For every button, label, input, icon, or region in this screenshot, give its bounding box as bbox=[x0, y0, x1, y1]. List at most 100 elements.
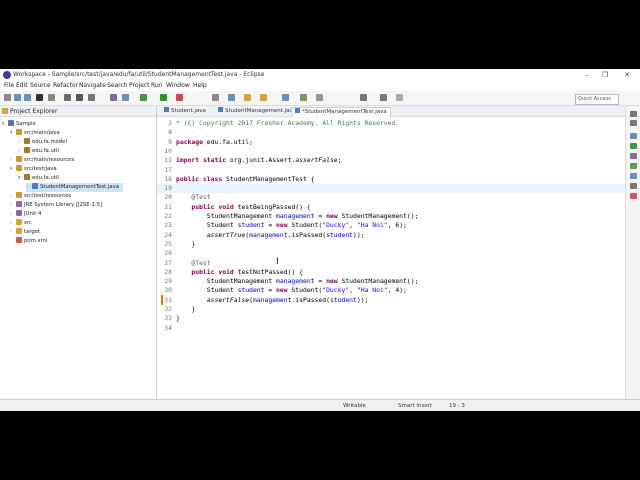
code-line[interactable]: 23 Student student = new Student("Ducky"… bbox=[157, 221, 625, 230]
tree-item-src-test-resources[interactable]: › src/test/resources bbox=[10, 192, 71, 201]
code-line[interactable]: 24 assertTrue(management.isPassed(studen… bbox=[157, 231, 625, 240]
save-icon[interactable] bbox=[14, 94, 21, 101]
task-list-icon[interactable] bbox=[630, 143, 637, 149]
menu-search[interactable]: Search bbox=[107, 82, 128, 89]
code-line[interactable]: 29 StudentManagement management = new St… bbox=[157, 277, 625, 286]
code-line[interactable]: 34 bbox=[157, 324, 625, 333]
menu-source[interactable]: Source bbox=[30, 82, 51, 89]
javadoc-icon[interactable] bbox=[630, 163, 637, 169]
new-class-icon[interactable] bbox=[228, 94, 235, 101]
menu-project[interactable]: Project bbox=[129, 82, 150, 89]
line-number: 20 bbox=[164, 193, 172, 202]
line-number: 11 bbox=[164, 156, 172, 165]
code-line[interactable]: 25 } bbox=[157, 240, 625, 249]
code-line[interactable]: 8 bbox=[157, 128, 625, 137]
forward-icon[interactable] bbox=[396, 94, 403, 101]
tab-studentmanagementtest[interactable]: *StudentManagementTest.java bbox=[291, 107, 391, 117]
line-number: 2 bbox=[168, 119, 172, 127]
console-icon[interactable] bbox=[630, 183, 637, 189]
quick-access-input[interactable]: Quick Access bbox=[575, 94, 619, 105]
debug-icon[interactable] bbox=[48, 94, 55, 101]
external-tools-icon[interactable] bbox=[176, 94, 183, 101]
window-title: Workspace - Sample/src/test/java/edu/fa/… bbox=[13, 71, 265, 78]
outline-icon[interactable] bbox=[630, 133, 637, 139]
tree-item-label: StudentManagementTest.java bbox=[40, 184, 119, 190]
back-icon[interactable] bbox=[380, 94, 387, 101]
code-line[interactable]: 27 @Test bbox=[157, 259, 625, 268]
line-number: 27 bbox=[164, 258, 172, 267]
right-toolbar bbox=[625, 106, 640, 399]
code-line[interactable]: 21 public void testBeingPassed() { bbox=[157, 203, 625, 212]
progress-icon[interactable] bbox=[630, 193, 637, 199]
code-line[interactable]: 26 bbox=[157, 249, 625, 258]
code-line[interactable]: 18 public class StudentManagementTest { bbox=[157, 175, 625, 184]
print-icon[interactable] bbox=[36, 94, 43, 101]
code-line[interactable]: 30 Student student = new Student("Ducky"… bbox=[157, 286, 625, 295]
tree-item-src-test-java[interactable]: ▾ src/test/java bbox=[10, 165, 57, 174]
pin-icon[interactable] bbox=[316, 94, 323, 101]
tab-student[interactable]: Student.java bbox=[161, 107, 209, 116]
code-line[interactable]: 33} bbox=[157, 314, 625, 323]
code-line[interactable]: 11 import static org.junit.Assert.assertF… bbox=[157, 156, 625, 165]
search-icon[interactable] bbox=[260, 94, 267, 101]
minimize-view-icon[interactable] bbox=[630, 111, 637, 117]
open-folder-icon[interactable] bbox=[244, 94, 251, 101]
code-text: * (C) Copyright 2017 Fresher Academy. Al… bbox=[176, 119, 400, 127]
tree-item-jre-library[interactable]: › JRE System Library [J2SE-1.5] bbox=[10, 201, 102, 210]
menu-edit[interactable]: Edit bbox=[16, 82, 28, 89]
menu-refactor[interactable]: Refactor bbox=[53, 82, 78, 89]
next-annotation-icon[interactable] bbox=[360, 94, 367, 101]
menu-file[interactable]: File bbox=[4, 82, 14, 89]
step-icon[interactable] bbox=[88, 94, 95, 101]
code-line[interactable]: 32 } bbox=[157, 305, 625, 314]
code-line[interactable]: 2 * (C) Copyright 2017 Fresher Academy. A… bbox=[157, 119, 625, 128]
tree-item-src-main-resources[interactable]: › src/main/resources bbox=[10, 156, 74, 165]
code-editor[interactable]: 2 * (C) Copyright 2017 Fresher Academy. A… bbox=[157, 117, 625, 399]
tree-item-edu-fa-util-test[interactable]: ▾ edu.fa.util bbox=[18, 174, 59, 183]
menu-window[interactable]: Window bbox=[166, 82, 190, 89]
skip-icon[interactable] bbox=[64, 94, 71, 101]
line-number: 8 bbox=[168, 128, 172, 137]
menu-navigate[interactable]: Navigate bbox=[79, 82, 106, 89]
minimize-button[interactable]: – bbox=[580, 70, 594, 80]
tree-item-target[interactable]: › target bbox=[10, 228, 40, 237]
code-line[interactable]: 20 @Test bbox=[157, 193, 625, 202]
code-line[interactable]: 9 package edu.fa.util; bbox=[157, 138, 625, 147]
tab-studentmanagement[interactable]: StudentManagement.java bbox=[215, 107, 299, 116]
tree-item-label: edu.fa.util bbox=[32, 148, 59, 154]
run-debug-icon[interactable] bbox=[140, 94, 147, 101]
tree-item-edu-fa-util[interactable]: › edu.fa.util bbox=[18, 147, 59, 156]
code-line[interactable]: 22 StudentManagement management = new St… bbox=[157, 212, 625, 221]
project-icon bbox=[8, 120, 14, 126]
terminal-icon[interactable] bbox=[122, 94, 129, 101]
declaration-icon[interactable] bbox=[630, 173, 637, 179]
new-java-icon[interactable] bbox=[212, 94, 219, 101]
code-line[interactable]: 10 bbox=[157, 147, 625, 156]
tree-item-edu-fa-model[interactable]: › edu.fa.model bbox=[18, 138, 67, 147]
menu-help[interactable]: Help bbox=[193, 82, 207, 89]
open-type-icon[interactable] bbox=[110, 94, 117, 101]
tree-item-studentmanagementtest[interactable]: › StudentManagementTest.java bbox=[26, 183, 123, 192]
maximize-view-icon[interactable] bbox=[630, 120, 637, 126]
annotation-next-icon[interactable] bbox=[300, 94, 307, 101]
tree-item-junit4[interactable]: › JUnit 4 bbox=[10, 210, 41, 219]
code-line[interactable]: 19 bbox=[157, 184, 625, 194]
code-line[interactable]: 17 bbox=[157, 166, 625, 175]
problems-icon[interactable] bbox=[630, 153, 637, 159]
tree-item-label: target bbox=[24, 229, 41, 235]
code-line[interactable]: 28 public void testNotPassed() { bbox=[157, 268, 625, 277]
new-icon[interactable] bbox=[4, 94, 11, 101]
code-line[interactable]: 31 assertFalse(management.isPassed(stude… bbox=[157, 296, 625, 305]
stop-icon[interactable] bbox=[76, 94, 83, 101]
close-button[interactable]: ✕ bbox=[620, 70, 634, 80]
tree-item-sample[interactable]: ▾ Sample bbox=[2, 120, 36, 129]
run-icon[interactable] bbox=[160, 94, 167, 101]
folder-icon bbox=[2, 108, 8, 114]
tree-item-src-main-java[interactable]: ▾ src/main/java bbox=[10, 129, 60, 138]
maximize-button[interactable]: ❐ bbox=[598, 70, 612, 80]
menu-run[interactable]: Run bbox=[151, 82, 163, 89]
save-all-icon[interactable] bbox=[24, 94, 31, 101]
tree-item-src[interactable]: › src bbox=[10, 219, 32, 228]
tree-item-pom-xml[interactable]: pom.xml bbox=[10, 237, 47, 246]
toggle-mark-icon[interactable] bbox=[282, 94, 289, 101]
